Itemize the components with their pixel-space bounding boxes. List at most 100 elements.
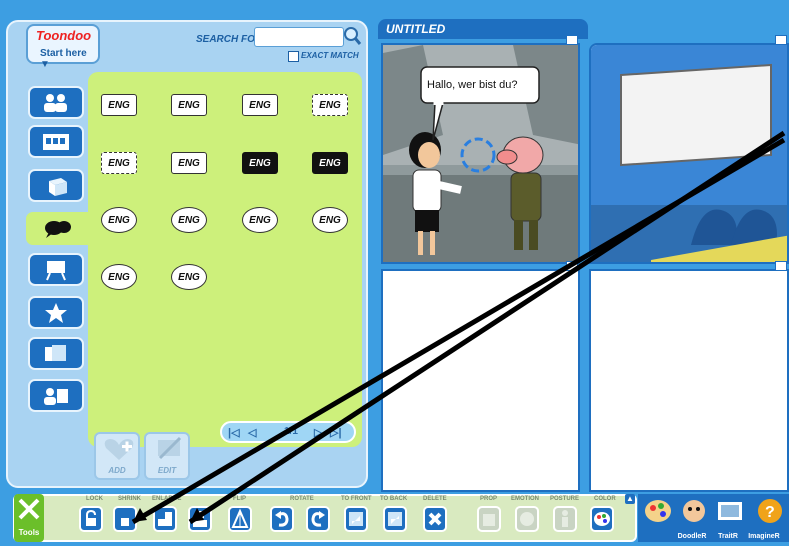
pagination-bar: |◁ ◁ 1/1 ▷ ▷|: [220, 421, 356, 443]
speech-bubble-item[interactable]: ENG: [242, 94, 278, 116]
to-front-label: TO FRONT: [341, 496, 372, 502]
shrink-button[interactable]: [113, 506, 137, 532]
box-icon: [49, 177, 67, 196]
speech-bubble-item[interactable]: ENG: [171, 207, 207, 233]
help-icon: ?: [758, 499, 782, 523]
speech-bubble-item[interactable]: ENG: [171, 94, 207, 116]
category-text-tab[interactable]: [28, 253, 84, 286]
color-button[interactable]: [590, 506, 614, 532]
add-label: ADD: [108, 466, 126, 475]
lock-icon: [86, 509, 96, 526]
to-front-button[interactable]: [344, 506, 368, 532]
lock-button[interactable]: [79, 506, 103, 532]
rotate-right-icon: [311, 511, 325, 527]
search-icon[interactable]: [343, 25, 363, 47]
category-templates-tab[interactable]: [28, 379, 84, 412]
edit-button[interactable]: EDIT: [144, 432, 190, 480]
prop-button[interactable]: [477, 506, 501, 532]
speech-bubble-item[interactable]: ENG: [312, 94, 348, 116]
characters-icon: [44, 93, 67, 112]
category-scenes-tab[interactable]: [28, 125, 84, 158]
to-back-icon: [388, 512, 402, 526]
speech-bubble-label: ENG: [108, 157, 130, 169]
toondoo-logo: Toondoo: [36, 28, 92, 43]
to-back-button[interactable]: [383, 506, 407, 532]
help-button[interactable]: ?: [753, 496, 787, 542]
enlarge-label: ENLARGE: [152, 496, 182, 502]
scene-icon: [43, 133, 69, 150]
strip-title: UNTITLED: [386, 22, 446, 36]
speech-bubble-text[interactable]: Hallo, wer bist du?: [427, 79, 518, 91]
bubble-library-grid: [88, 72, 362, 447]
add-button[interactable]: ADD: [94, 432, 140, 480]
speech-bubble-item[interactable]: ENG: [101, 152, 137, 174]
speech-bubble-label: ENG: [108, 271, 130, 283]
start-here-button[interactable]: Toondoo Start here ▼: [26, 24, 100, 70]
category-special-effects-tab[interactable]: [28, 296, 84, 329]
first-page-icon[interactable]: |◁: [228, 426, 240, 439]
speech-bubble-item[interactable]: ENG: [171, 264, 207, 290]
doodler-palette-icon: [645, 500, 671, 522]
tools-icon: [18, 498, 40, 520]
comic-panel-4[interactable]: [589, 269, 789, 492]
search-input[interactable]: [254, 27, 344, 47]
next-page-icon[interactable]: ▷: [314, 426, 322, 439]
comic-panel-1[interactable]: Hallo, wer bist du?: [381, 43, 580, 264]
panel-4-maximize-icon[interactable]: [775, 261, 787, 271]
emotion-button[interactable]: [515, 506, 539, 532]
rotate-left-button[interactable]: [270, 506, 294, 532]
traitr-face-icon: [683, 500, 705, 522]
speech-bubble-label: ENG: [319, 99, 341, 111]
category-characters-tab[interactable]: [28, 86, 84, 119]
speech-bubble-item[interactable]: ENG: [101, 94, 137, 116]
speech-bubble-item[interactable]: ENG: [101, 264, 137, 290]
search-label: SEARCH FOR: [196, 34, 263, 45]
flip-vertical-icon: [193, 511, 207, 527]
speech-bubble-label: ENG: [249, 99, 271, 111]
speech-bubble-item[interactable]: ENG: [171, 152, 207, 174]
category-backgrounds-tab[interactable]: [28, 337, 84, 370]
edit-icon: [158, 436, 182, 460]
panel-2-maximize-icon[interactable]: [775, 35, 787, 45]
delete-button[interactable]: [423, 506, 447, 532]
rotate-right-button[interactable]: [306, 506, 330, 532]
speech-bubble-label: ENG: [178, 99, 200, 111]
panel-1-maximize-icon[interactable]: [566, 35, 578, 45]
speech-bubble-item[interactable]: ENG: [101, 207, 137, 233]
delete-label: DELETE: [423, 496, 447, 502]
template-icon: [44, 387, 68, 405]
posture-button[interactable]: [553, 506, 577, 532]
doodler-button[interactable]: DoodleR: [641, 496, 706, 542]
flip-label: FLIP: [233, 496, 246, 502]
speech-bubble-item[interactable]: ENG: [312, 152, 348, 174]
speech-bubble-label: ENG: [249, 157, 271, 169]
comic-panel-2[interactable]: [589, 43, 789, 264]
enlarge-icon: [158, 512, 172, 526]
speech-bubble-item[interactable]: ENG: [242, 152, 278, 174]
shrink-label: SHRINK: [118, 496, 142, 502]
speech-bubble-label: ENG: [249, 214, 271, 226]
toolbar-collapse-icon[interactable]: ▲: [625, 494, 635, 504]
category-speech-bubbles-tab[interactable]: [26, 212, 90, 245]
imaginer-icon: [718, 502, 742, 520]
flip-horizontal-button[interactable]: [228, 506, 252, 532]
enlarge-button[interactable]: [153, 506, 177, 532]
speech-bubble-label: ENG: [319, 214, 341, 226]
office-scene: [383, 45, 578, 262]
exact-match-checkbox[interactable]: [288, 51, 299, 62]
previous-page-icon[interactable]: ◁: [248, 426, 256, 439]
svg-text:?: ?: [765, 504, 775, 521]
traitr-button[interactable]: TraitR: [677, 496, 738, 542]
prop-box-icon: [483, 514, 495, 526]
shrink-icon: [121, 518, 129, 526]
last-page-icon[interactable]: ▷|: [330, 426, 342, 439]
comic-panel-3[interactable]: [381, 269, 580, 492]
speech-bubble-item[interactable]: ENG: [312, 207, 348, 233]
lock-label: LOCK: [86, 496, 103, 502]
category-props-tab[interactable]: [28, 169, 84, 202]
flip-vertical-button[interactable]: [188, 506, 212, 532]
panel-3-maximize-icon[interactable]: [566, 261, 578, 271]
speech-bubble-item[interactable]: ENG: [242, 207, 278, 233]
speech-bubble-label: ENG: [178, 271, 200, 283]
imaginer-button[interactable]: ImagineR: [713, 496, 780, 542]
